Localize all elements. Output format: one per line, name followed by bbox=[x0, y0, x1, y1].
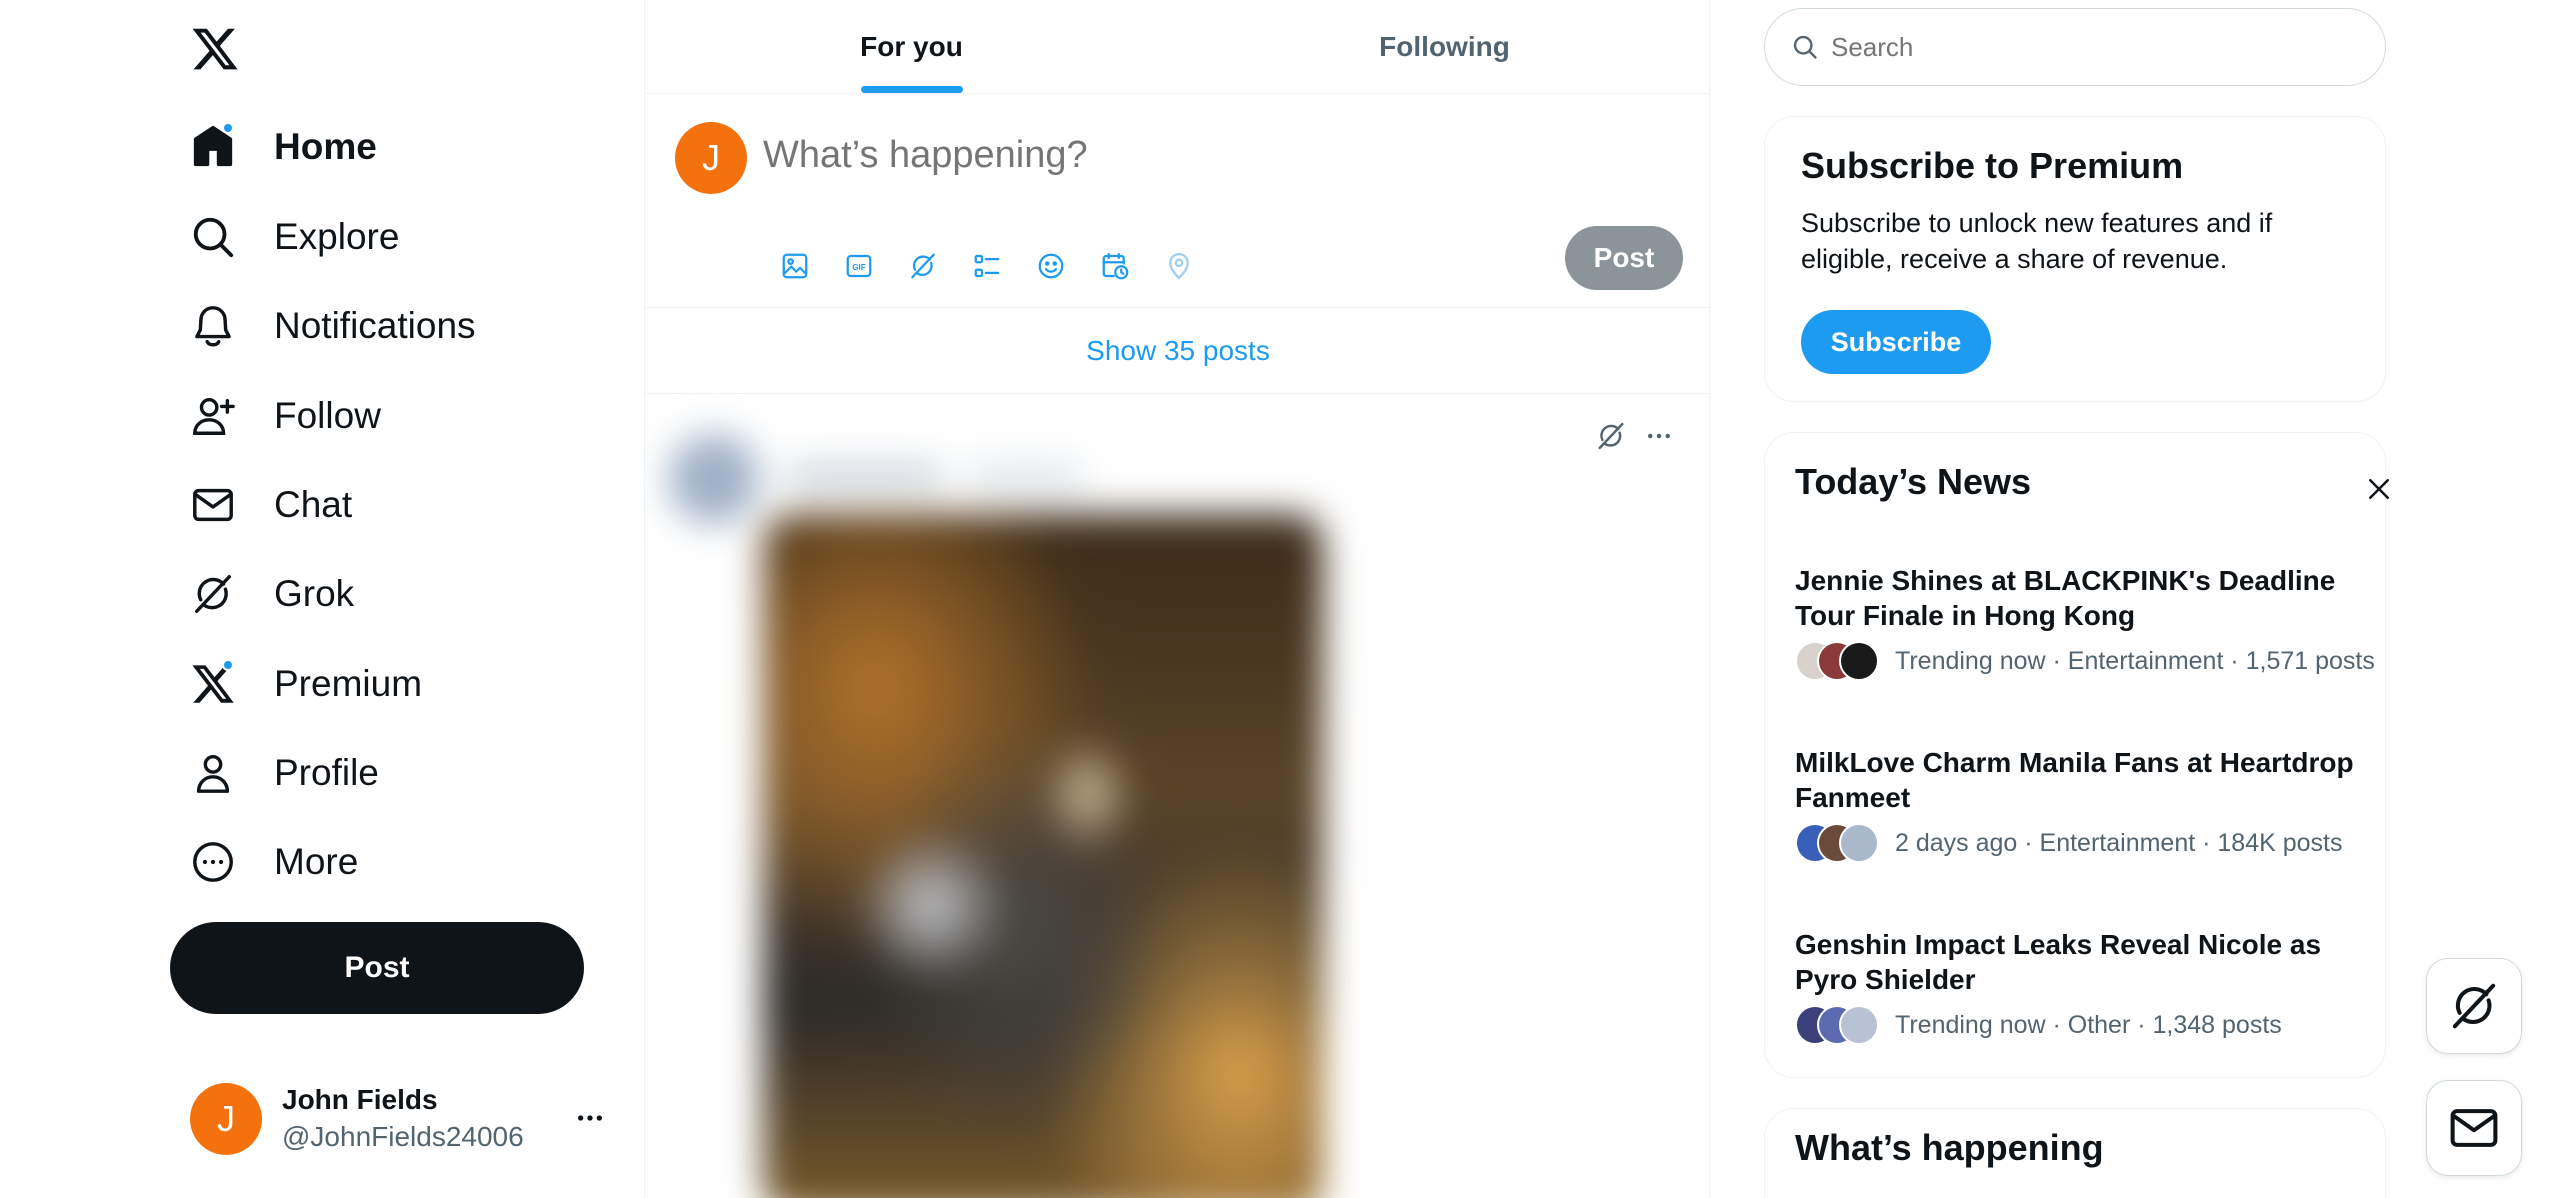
account-name: John Fields bbox=[282, 1084, 438, 1115]
mail-icon bbox=[188, 480, 238, 530]
nav-premium[interactable]: Premium bbox=[188, 654, 422, 714]
sidebar-post-button[interactable]: Post bbox=[170, 922, 584, 1014]
notification-dot bbox=[222, 659, 234, 671]
svg-text:GIF: GIF bbox=[852, 263, 866, 272]
more-circle-icon bbox=[188, 837, 238, 887]
search-icon bbox=[188, 212, 238, 262]
tab-active-indicator bbox=[860, 86, 963, 93]
nav-label: Premium bbox=[274, 663, 423, 704]
happening-title: What’s happening bbox=[1795, 1127, 2104, 1168]
nav-label: Grok bbox=[274, 573, 355, 614]
location-icon[interactable] bbox=[1147, 234, 1211, 298]
show-new-posts-button[interactable]: Show 35 posts bbox=[645, 308, 1709, 394]
grok-icon bbox=[2452, 983, 2496, 1029]
nav-chat[interactable]: Chat bbox=[188, 475, 352, 535]
compose-post-button[interactable]: Post bbox=[1565, 226, 1683, 290]
more-horizontal-icon[interactable] bbox=[570, 1098, 610, 1138]
timeline-post[interactable] bbox=[645, 394, 1709, 1198]
left-sidebar: Home Explore Notifications Follow Chat G… bbox=[0, 0, 644, 1198]
news-avatars bbox=[1795, 1005, 1889, 1045]
nav-notifications[interactable]: Notifications bbox=[188, 296, 476, 356]
emoji-icon[interactable] bbox=[1019, 234, 1083, 298]
nav-label: Profile bbox=[274, 752, 379, 793]
nav-label: Notifications bbox=[274, 305, 476, 346]
search-icon bbox=[1793, 35, 1817, 59]
nav-home[interactable]: Home bbox=[188, 117, 377, 177]
news-item[interactable]: MilkLove Charm Manila Fans at Heartdrop … bbox=[1795, 745, 2375, 865]
nav-label: Explore bbox=[274, 216, 400, 257]
account-switcher[interactable]: J John Fields @JohnFields24006 bbox=[190, 1080, 620, 1158]
nav-more[interactable]: More bbox=[188, 832, 358, 892]
tab-label: Following bbox=[1379, 30, 1510, 62]
avatar bbox=[1839, 641, 1879, 681]
follow-icon bbox=[188, 391, 238, 441]
news-avatars bbox=[1795, 823, 1889, 863]
main-timeline: For you Following J GIF bbox=[644, 0, 1710, 1198]
compose-input[interactable] bbox=[763, 134, 1643, 177]
compose-toolbar: GIF bbox=[763, 234, 1211, 298]
close-icon[interactable] bbox=[2359, 469, 2399, 509]
grok-floating-button[interactable] bbox=[2426, 958, 2522, 1054]
grok-icon[interactable] bbox=[1587, 412, 1635, 460]
search-input[interactable] bbox=[1831, 31, 2351, 63]
nav-label: Follow bbox=[274, 395, 381, 436]
news-meta: 2 days ago · Entertainment · 184K posts bbox=[1895, 828, 2343, 857]
tab-for-you[interactable]: For you bbox=[645, 0, 1178, 93]
post-actions bbox=[1587, 412, 1683, 460]
avatar bbox=[1839, 1005, 1879, 1045]
image-icon[interactable] bbox=[763, 234, 827, 298]
avatar: J bbox=[190, 1083, 262, 1155]
news-meta: Trending now · Other · 1,348 posts bbox=[1895, 1010, 2282, 1039]
news-headline: Genshin Impact Leaks Reveal Nicole as Py… bbox=[1795, 929, 2322, 995]
tab-following[interactable]: Following bbox=[1178, 0, 1709, 93]
post-composer: J GIF Post bbox=[645, 94, 1709, 308]
news-headline: MilkLove Charm Manila Fans at Heartdrop … bbox=[1795, 747, 2354, 813]
premium-description: Subscribe to unlock new features and if … bbox=[1801, 208, 2273, 274]
mail-icon bbox=[2450, 1109, 2498, 1147]
x-logo-icon bbox=[188, 659, 238, 709]
avatar bbox=[1839, 823, 1879, 863]
timeline-tabs: For you Following bbox=[645, 0, 1709, 94]
home-icon bbox=[188, 122, 238, 172]
blurred-post-content bbox=[645, 394, 1709, 1198]
notification-dot bbox=[222, 122, 234, 134]
news-avatars bbox=[1795, 641, 1889, 681]
post-handle-placeholder bbox=[965, 464, 1085, 490]
messages-floating-button[interactable] bbox=[2426, 1080, 2522, 1176]
right-sidebar: Subscribe to Premium Subscribe to unlock… bbox=[1710, 0, 2560, 1198]
post-author-placeholder bbox=[785, 464, 945, 490]
news-item[interactable]: Genshin Impact Leaks Reveal Nicole as Py… bbox=[1795, 927, 2375, 1047]
gif-icon[interactable]: GIF bbox=[827, 234, 891, 298]
schedule-icon[interactable] bbox=[1083, 234, 1147, 298]
nav-profile[interactable]: Profile bbox=[188, 743, 379, 803]
grok-icon bbox=[188, 569, 238, 619]
more-horizontal-icon[interactable] bbox=[1635, 412, 1683, 460]
profile-icon bbox=[188, 748, 238, 798]
whats-happening-card: What’s happening bbox=[1764, 1108, 2386, 1198]
nav-label: Home bbox=[274, 126, 377, 167]
nav-label: Chat bbox=[274, 484, 353, 525]
premium-title: Subscribe to Premium bbox=[1801, 145, 2184, 186]
poll-icon[interactable] bbox=[955, 234, 1019, 298]
subscribe-button[interactable]: Subscribe bbox=[1801, 310, 1991, 374]
bell-icon bbox=[188, 301, 238, 351]
x-logo-icon[interactable] bbox=[190, 24, 240, 74]
grok-icon[interactable] bbox=[891, 234, 955, 298]
nav-explore[interactable]: Explore bbox=[188, 207, 399, 267]
news-meta: Trending now · Entertainment · 1,571 pos… bbox=[1895, 646, 2375, 675]
nav-label: More bbox=[274, 841, 359, 882]
news-title: Today’s News bbox=[1795, 461, 2032, 502]
search-box[interactable] bbox=[1764, 8, 2386, 86]
post-avatar bbox=[669, 434, 759, 524]
post-media-image[interactable] bbox=[763, 514, 1323, 1198]
nav-follow[interactable]: Follow bbox=[188, 386, 381, 446]
news-item[interactable]: Jennie Shines at BLACKPINK's Deadline To… bbox=[1795, 563, 2375, 683]
nav-grok[interactable]: Grok bbox=[188, 564, 354, 624]
todays-news-card: Today’s News Jennie Shines at BLACKPINK'… bbox=[1764, 432, 2389, 1078]
premium-card: Subscribe to Premium Subscribe to unlock… bbox=[1764, 116, 2386, 402]
avatar: J bbox=[675, 122, 747, 194]
account-handle: @JohnFields24006 bbox=[282, 1121, 524, 1152]
tab-label: For you bbox=[860, 30, 963, 62]
news-headline: Jennie Shines at BLACKPINK's Deadline To… bbox=[1795, 565, 2336, 631]
